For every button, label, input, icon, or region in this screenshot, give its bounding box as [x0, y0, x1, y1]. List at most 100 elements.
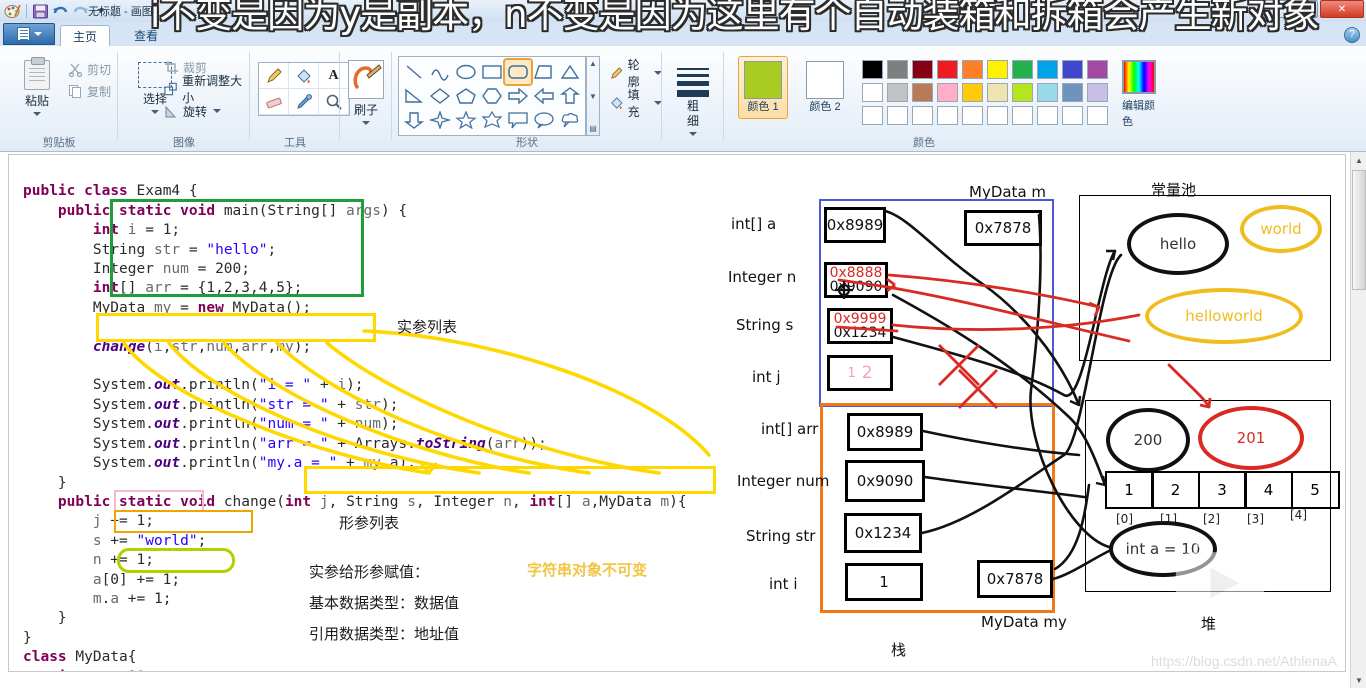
palette-swatch[interactable]	[1037, 106, 1058, 125]
scroll-up-icon[interactable]: ▲	[1351, 152, 1366, 168]
palette-swatch[interactable]	[987, 83, 1008, 102]
palette-swatch[interactable]	[862, 106, 883, 125]
shape-hexagon[interactable]	[479, 84, 505, 108]
ribbon-group-brush: 刷子	[340, 46, 392, 152]
shape-five-point-star[interactable]	[453, 108, 479, 132]
scroll-down-icon[interactable]: ▼	[589, 92, 597, 101]
palette-swatch[interactable]	[862, 83, 883, 102]
tab-home[interactable]: 主页	[60, 25, 111, 46]
shape-gallery-scrollbar[interactable]: ▲ ▼ ▤	[586, 56, 600, 136]
shape-six-point-star[interactable]	[479, 108, 505, 132]
change-row-value-2: 0x9999 0x1234	[827, 308, 893, 344]
paste-button[interactable]: 粘贴	[10, 54, 64, 116]
tools-grid[interactable]: A	[258, 62, 350, 116]
outline-button[interactable]: 轮廓	[610, 58, 662, 89]
shape-oval[interactable]	[453, 60, 479, 84]
palette-swatch[interactable]	[962, 60, 983, 79]
palette-swatch[interactable]	[1012, 83, 1033, 102]
eraser-icon[interactable]	[259, 89, 289, 115]
cut-label: 剪切	[87, 62, 112, 77]
resize-button[interactable]: 重新调整大小	[164, 74, 250, 105]
color2-button[interactable]: 颜色 2	[800, 56, 850, 119]
group-label-colors: 颜色	[913, 137, 935, 149]
scroll-more-icon[interactable]: ▤	[589, 124, 597, 133]
shape-arrow-down[interactable]	[401, 108, 427, 132]
palette-swatch[interactable]	[1062, 106, 1083, 125]
undo-icon[interactable]	[52, 3, 69, 20]
chevron-down-icon[interactable]	[689, 131, 697, 136]
palette-swatch[interactable]	[912, 83, 933, 102]
chevron-down-icon[interactable]	[151, 110, 159, 114]
palette-swatch[interactable]	[1037, 83, 1058, 102]
shape-rect[interactable]	[479, 60, 505, 84]
shape-diamond[interactable]	[427, 84, 453, 108]
palette-swatch[interactable]	[912, 106, 933, 125]
color-palette[interactable]	[862, 60, 1110, 127]
chevron-down-icon[interactable]	[33, 112, 41, 116]
palette-swatch[interactable]	[1062, 83, 1083, 102]
chevron-down-icon	[33, 32, 42, 36]
palette-swatch[interactable]	[937, 106, 958, 125]
palette-swatch[interactable]	[862, 60, 883, 79]
fill-button[interactable]: 填充	[610, 88, 662, 119]
palette-swatch[interactable]	[1087, 60, 1108, 79]
shape-arrow-right[interactable]	[505, 84, 531, 108]
heap-array-index: [3]	[1247, 512, 1264, 526]
change-row-label-0: int[] a	[731, 215, 777, 233]
palette-swatch[interactable]	[1012, 106, 1033, 125]
scrollbar-thumb[interactable]	[1352, 170, 1366, 290]
brush-icon	[348, 60, 384, 99]
shape-four-point-star[interactable]	[427, 108, 453, 132]
shape-diagonal-triangle[interactable]	[401, 84, 427, 108]
palette-swatch[interactable]	[887, 106, 908, 125]
group-label-tools: 工具	[284, 137, 306, 149]
save-icon[interactable]	[32, 3, 49, 20]
fill-icon[interactable]	[289, 63, 319, 89]
palette-swatch[interactable]	[1087, 83, 1108, 102]
scroll-up-icon[interactable]: ▲	[589, 59, 597, 68]
palette-swatch[interactable]	[887, 60, 908, 79]
palette-swatch[interactable]	[937, 83, 958, 102]
chevron-down-icon[interactable]	[213, 109, 222, 113]
shape-callout-rect[interactable]	[505, 108, 531, 132]
shape-arrow-up[interactable]	[557, 84, 583, 108]
palette-swatch[interactable]	[987, 106, 1008, 125]
palette-swatch[interactable]	[962, 106, 983, 125]
color1-button[interactable]: 颜色 1	[738, 56, 788, 119]
app-menu-button[interactable]	[3, 23, 55, 45]
pencil-icon[interactable]	[259, 63, 289, 89]
palette-swatch[interactable]	[962, 83, 983, 102]
palette-swatch[interactable]	[987, 60, 1008, 79]
shape-callout-oval[interactable]	[531, 108, 557, 132]
shape-triangle[interactable]	[557, 60, 583, 84]
copy-button[interactable]: 复制	[68, 80, 111, 102]
palette-swatch[interactable]	[1062, 60, 1083, 79]
palette-swatch[interactable]	[912, 60, 933, 79]
shape-gallery[interactable]: ▲ ▼ ▤	[398, 56, 600, 136]
thickness-button[interactable]: 粗 细	[668, 58, 718, 136]
shape-curve[interactable]	[427, 60, 453, 84]
palette-swatch[interactable]	[887, 83, 908, 102]
redo-icon[interactable]	[72, 3, 89, 20]
scroll-down-icon[interactable]: ▼	[1351, 672, 1366, 688]
shape-rounded-rect[interactable]	[503, 58, 533, 86]
palette-swatch[interactable]	[1012, 60, 1033, 79]
palette-swatch[interactable]	[1087, 106, 1108, 125]
edit-colors-button[interactable]: 编辑颜色	[1122, 60, 1156, 129]
shape-right-triangle[interactable]	[531, 60, 557, 84]
canvas-vertical-scrollbar[interactable]: ▲ ▼	[1350, 152, 1366, 688]
highlight-declarations	[110, 199, 364, 297]
chevron-down-icon[interactable]	[362, 121, 370, 125]
shape-line[interactable]	[401, 60, 427, 84]
palette-swatch[interactable]	[1037, 60, 1058, 79]
cut-button[interactable]: 剪切	[68, 58, 111, 80]
paint-canvas[interactable]: public class Exam4 { public static void …	[8, 154, 1346, 672]
color-picker-icon[interactable]	[289, 89, 319, 115]
shape-pentagon[interactable]	[453, 84, 479, 108]
palette-icon[interactable]	[4, 3, 21, 20]
shape-arrow-left[interactable]	[531, 84, 557, 108]
main-row-label-2: String str	[746, 527, 816, 545]
brush-button[interactable]: 刷子	[345, 54, 387, 125]
shape-callout-cloud[interactable]	[557, 108, 583, 132]
palette-swatch[interactable]	[937, 60, 958, 79]
